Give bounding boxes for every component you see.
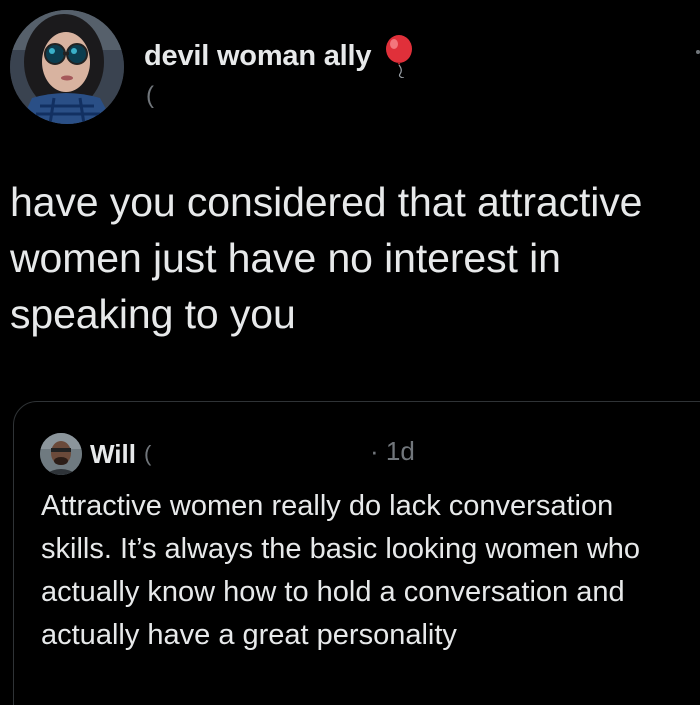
quoted-tweet-timestamp[interactable]: · 1d bbox=[370, 436, 415, 467]
quoted-tweet-card[interactable]: Will ( · 1d Attractive women really do l… bbox=[13, 401, 700, 705]
tweet-header: devil woman ally ( bbox=[10, 10, 700, 126]
author-name-row: devil woman ally bbox=[144, 34, 417, 79]
author-display-name[interactable]: devil woman ally bbox=[144, 40, 371, 73]
tweet-text: have you considered that attractive wome… bbox=[10, 179, 643, 337]
avatar-photo bbox=[40, 433, 82, 475]
balloon-icon bbox=[383, 34, 417, 79]
quoted-author-avatar[interactable] bbox=[40, 433, 82, 475]
quoted-tweet-text: Attractive women really do lack conversa… bbox=[41, 490, 641, 651]
avatar-photo bbox=[10, 10, 124, 124]
author-handle[interactable]: ( bbox=[146, 82, 154, 110]
quoted-author-display-name[interactable]: Will bbox=[90, 439, 136, 470]
quoted-tweet-header: Will ( bbox=[40, 432, 162, 476]
author-avatar[interactable] bbox=[10, 10, 124, 124]
more-options-icon[interactable] bbox=[696, 50, 700, 54]
quoted-author-handle[interactable]: ( bbox=[144, 441, 162, 467]
